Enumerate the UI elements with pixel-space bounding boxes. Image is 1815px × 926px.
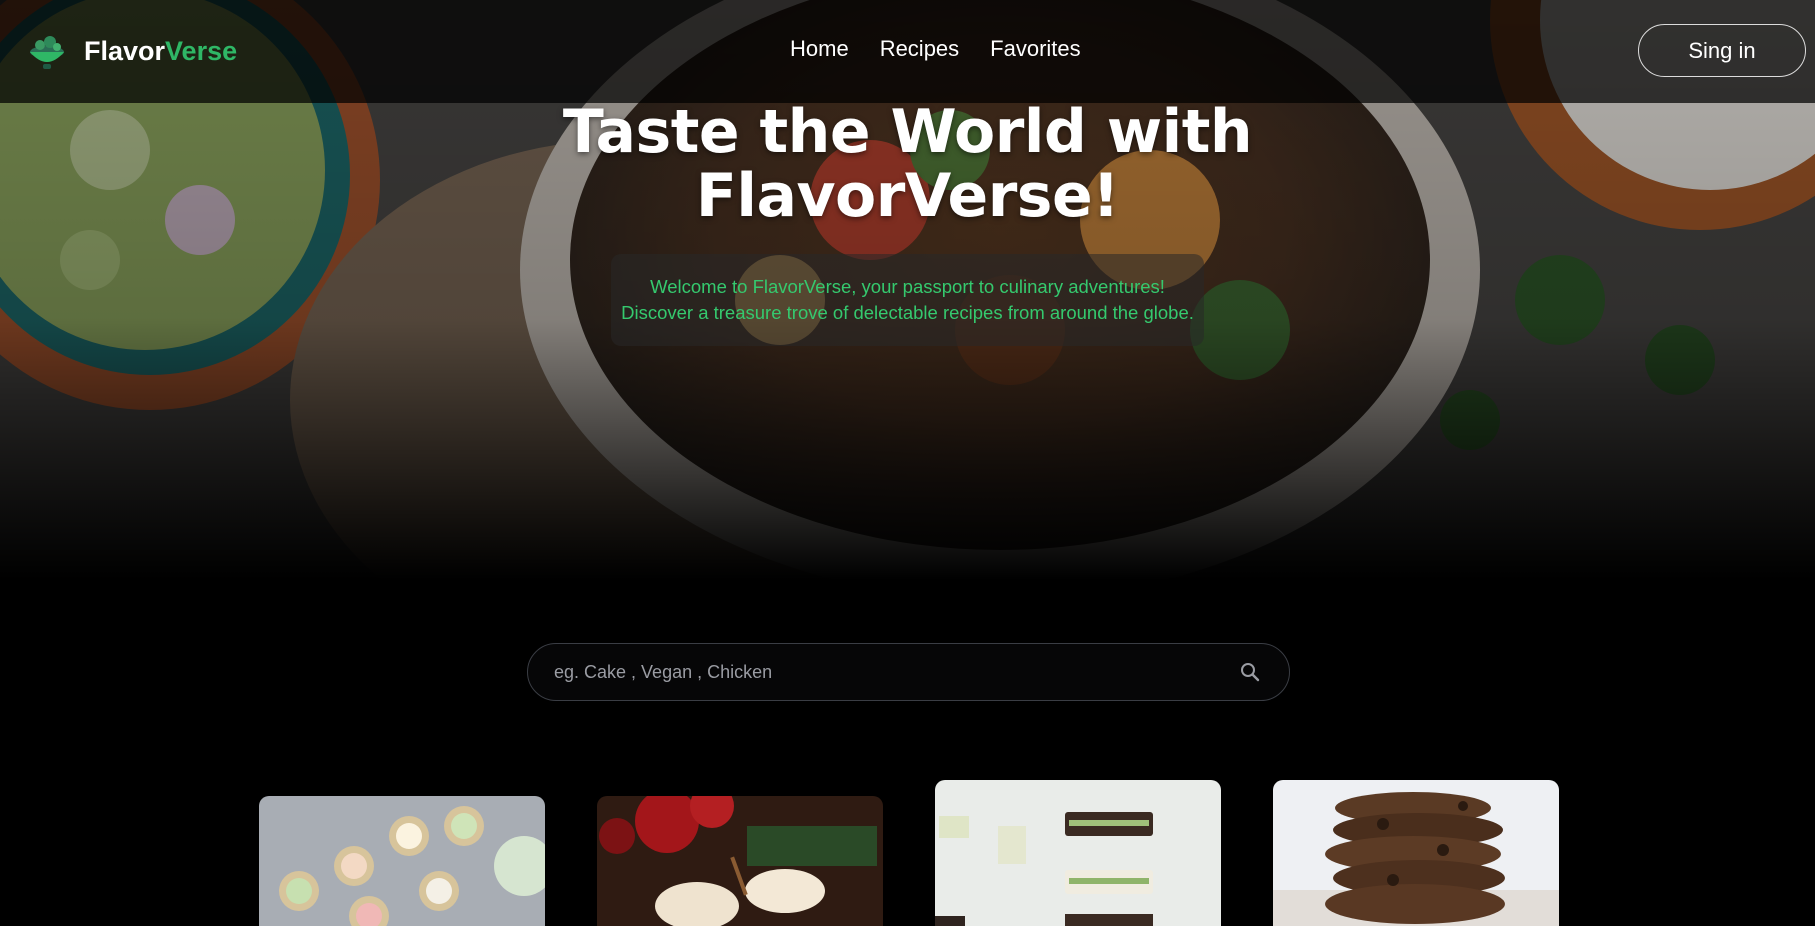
brand-logo[interactable]: FlavorVerse [28,30,237,72]
search-icon[interactable] [1239,661,1261,683]
hero-subtitle-line: Discover a treasure trove of delectable … [621,302,1194,323]
nav-home-link[interactable]: Home [790,36,849,62]
hero-title: Taste the World with FlavorVerse! [0,100,1815,228]
signin-button[interactable]: Sing in [1638,24,1806,77]
recipe-card[interactable] [259,796,545,926]
hero-subtitle-box: Welcome to FlavorVerse, your passport to… [611,254,1204,346]
hero-title-line: FlavorVerse! [695,161,1120,231]
nav-favorites-link[interactable]: Favorites [990,36,1080,62]
recipe-card[interactable] [597,796,883,926]
search-bar [527,643,1290,701]
main-nav: Home Recipes Favorites [790,36,1112,62]
bowl-logo-icon [30,36,64,69]
recipe-card[interactable] [1273,780,1559,926]
cucumber-sandwiches-photo [935,780,1221,926]
recipe-card[interactable] [935,780,1221,926]
eggnog-drinks-photo [597,796,883,926]
stacked-cookies-photo [1273,780,1559,926]
top-navbar: FlavorVerse Home Recipes Favorites Sing … [0,0,1815,103]
cupcakes-photo [259,796,545,926]
hero-subtitle-line: Welcome to FlavorVerse, your passport to… [650,276,1165,297]
nav-recipes-link[interactable]: Recipes [880,36,959,62]
brand-name: FlavorVerse [84,35,238,66]
hero-title-line: Taste the World with [562,97,1253,167]
search-input[interactable] [528,643,1239,701]
